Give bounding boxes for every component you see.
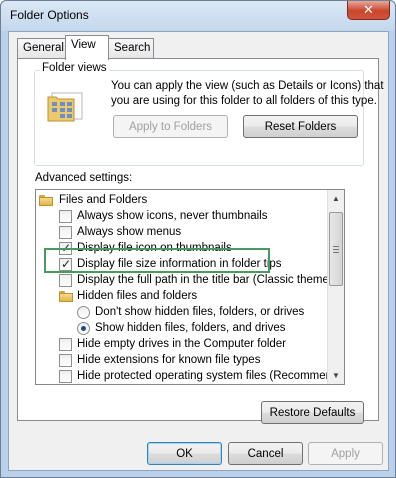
checkbox[interactable] (59, 370, 72, 383)
radio-button[interactable] (77, 306, 90, 319)
advanced-settings-label: Advanced settings: (35, 172, 133, 184)
apply-to-folders-button[interactable]: Apply to Folders (113, 115, 228, 138)
scrollbar-thumb[interactable] (329, 212, 343, 286)
checkbox[interactable] (59, 210, 72, 223)
restore-defaults-button[interactable]: Restore Defaults (261, 401, 364, 424)
tab-search[interactable]: Search (108, 38, 154, 59)
tree-item-label: Display the full path in the title bar (… (77, 274, 345, 286)
tab-general[interactable]: General (17, 38, 66, 59)
folder-views-legend: Folder views (40, 62, 109, 74)
scroll-down-icon[interactable]: ▼ (328, 367, 344, 384)
tree-item-label: Don't show hidden files, folders, or dri… (95, 306, 305, 318)
checkbox[interactable] (59, 354, 72, 367)
scroll-up-icon[interactable]: ▲ (328, 190, 344, 207)
checkbox[interactable] (59, 274, 72, 287)
title-bar[interactable]: Folder Options ✕ (1, 1, 395, 31)
advanced-settings-tree[interactable]: Files and Folders Always show icons, nev… (35, 189, 345, 385)
folder-icon (39, 195, 53, 206)
tree-item-label: Hide empty drives in the Computer folder (77, 338, 287, 350)
folder-views-description-line2: you are using for this folder to all fol… (111, 95, 377, 107)
checkbox[interactable] (59, 226, 72, 239)
radio-button-selected[interactable] (77, 322, 90, 335)
close-icon: ✕ (363, 2, 374, 17)
tree-item-label: Hide extensions for known file types (77, 354, 261, 366)
ok-button[interactable]: OK (147, 442, 222, 465)
tree-item-label: Always show icons, never thumbnails (77, 210, 268, 222)
tree-item-label: Hidden files and folders (77, 290, 198, 302)
close-button[interactable]: ✕ (347, 1, 390, 20)
folder-icon (59, 291, 73, 302)
tab-view[interactable]: View (65, 35, 109, 60)
checkbox[interactable] (59, 338, 72, 351)
tree-item-label: Hide protected operating system files (R… (77, 370, 345, 382)
folder-views-icon (46, 89, 86, 123)
reset-folders-button[interactable]: Reset Folders (243, 115, 358, 138)
folder-options-window: Folder Options ✕ General View Search Fol… (0, 0, 396, 478)
highlight-box (44, 248, 270, 273)
apply-button[interactable]: Apply (308, 442, 383, 465)
window-title: Folder Options (10, 8, 89, 22)
vertical-scrollbar[interactable]: ▲ ▼ (327, 190, 344, 384)
tree-item-label: Show hidden files, folders, and drives (95, 322, 286, 334)
cancel-button[interactable]: Cancel (228, 442, 303, 465)
tree-item-label: Always show menus (77, 226, 182, 238)
view-tab-panel: Folder views You can apply the view (suc… (17, 58, 384, 424)
folder-views-description-line1: You can apply the view (such as Details … (111, 80, 384, 92)
tree-item-label: Files and Folders (59, 194, 148, 206)
